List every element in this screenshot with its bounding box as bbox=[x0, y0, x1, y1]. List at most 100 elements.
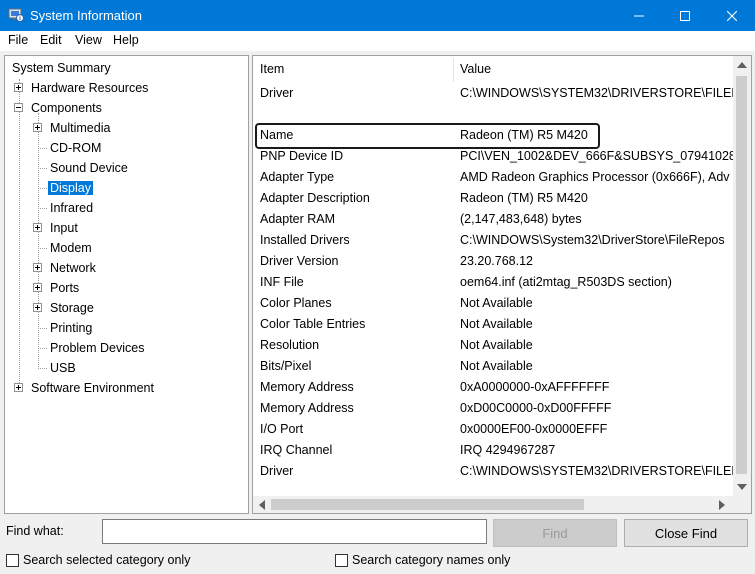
tree-item-system-summary[interactable]: System Summary bbox=[10, 59, 113, 77]
scroll-left-icon[interactable] bbox=[259, 500, 265, 510]
tree-item-infrared[interactable]: Infrared bbox=[48, 199, 95, 217]
item-cell: Adapter Description bbox=[260, 191, 370, 205]
menu-help[interactable]: Help bbox=[113, 33, 139, 47]
expand-icon[interactable] bbox=[33, 263, 42, 272]
value-cell: 0xA0000000-0xAFFFFFFF bbox=[460, 380, 610, 394]
table-row[interactable]: Memory Address 0xD00C0000-0xD00FFFFF bbox=[253, 398, 733, 419]
tree-item-sound-device[interactable]: Sound Device bbox=[48, 159, 130, 177]
collapse-icon[interactable] bbox=[14, 103, 23, 112]
item-cell: PNP Device ID bbox=[260, 149, 344, 163]
details-table[interactable]: Item Value Driver C:\WINDOWS\SYSTEM32\DRI… bbox=[252, 55, 752, 514]
table-row[interactable]: Color Planes Not Available bbox=[253, 293, 733, 314]
column-header-value[interactable]: Value bbox=[460, 62, 491, 76]
menu-view[interactable]: View bbox=[75, 33, 102, 47]
tree-item-problem-devices[interactable]: Problem Devices bbox=[48, 339, 146, 357]
expand-icon[interactable] bbox=[33, 303, 42, 312]
table-row[interactable]: IRQ Channel IRQ 4294967287 bbox=[253, 440, 733, 461]
find-what-input[interactable] bbox=[102, 519, 487, 544]
menu-bar: File Edit View Help bbox=[0, 31, 755, 51]
minimize-button[interactable] bbox=[616, 0, 662, 31]
find-what-label: Find what: bbox=[6, 524, 64, 538]
tree-item-label: Modem bbox=[50, 241, 92, 255]
search-category-names-checkbox[interactable]: Search category names only bbox=[335, 552, 510, 568]
value-cell: 23.20.768.12 bbox=[460, 254, 533, 268]
tree-item-software-environment[interactable]: Software Environment bbox=[29, 379, 156, 397]
value-cell: Not Available bbox=[460, 317, 533, 331]
menu-file[interactable]: File bbox=[8, 33, 28, 47]
horizontal-scroll-thumb[interactable] bbox=[271, 499, 584, 510]
scroll-down-icon[interactable] bbox=[737, 484, 747, 490]
close-button[interactable] bbox=[709, 0, 755, 31]
scroll-right-icon[interactable] bbox=[719, 500, 725, 510]
search-selected-category-checkbox[interactable]: Search selected category only bbox=[6, 552, 190, 568]
table-row[interactable]: I/O Port 0x0000EF00-0x0000EFFF bbox=[253, 419, 733, 440]
item-cell: I/O Port bbox=[260, 422, 304, 436]
category-tree[interactable]: System Summary Hardware Resources Compone… bbox=[4, 55, 249, 514]
table-row[interactable]: Driver C:\WINDOWS\SYSTEM32\DRIVERSTORE\FI… bbox=[253, 461, 733, 482]
table-row[interactable]: Adapter RAM (2,147,483,648) bytes bbox=[253, 209, 733, 230]
value-cell: oem64.inf (ati2mtag_R503DS section) bbox=[460, 275, 672, 289]
tree-item-display[interactable]: Display bbox=[48, 179, 93, 197]
table-row[interactable]: Name Radeon (TM) R5 M420 bbox=[253, 125, 733, 146]
table-row[interactable]: Driver C:\WINDOWS\SYSTEM32\DRIVERSTORE\FI… bbox=[253, 83, 733, 104]
tree-item-multimedia[interactable]: Multimedia bbox=[48, 119, 112, 137]
system-information-icon bbox=[8, 8, 24, 22]
horizontal-scrollbar[interactable] bbox=[253, 496, 733, 513]
find-button[interactable]: Find bbox=[493, 519, 617, 547]
tree-item-label: Printing bbox=[50, 321, 93, 335]
item-cell: Adapter RAM bbox=[260, 212, 336, 226]
value-cell: AMD Radeon Graphics Processor (0x666F), … bbox=[460, 170, 730, 184]
tree-item-label: Input bbox=[50, 221, 78, 235]
checkbox-box[interactable] bbox=[6, 553, 19, 567]
item-cell: Installed Drivers bbox=[260, 233, 350, 247]
column-header-item[interactable]: Item bbox=[260, 62, 284, 76]
tree-item-hardware-resources[interactable]: Hardware Resources bbox=[29, 79, 150, 97]
value-cell: IRQ 4294967287 bbox=[460, 443, 556, 457]
checkbox-box[interactable] bbox=[335, 553, 348, 567]
tree-item-label: Software Environment bbox=[31, 381, 154, 395]
value-cell: PCI\VEN_1002&DEV_666F&SUBSYS_07941028& bbox=[460, 149, 733, 163]
scroll-up-icon[interactable] bbox=[737, 62, 747, 68]
table-row[interactable]: Resolution Not Available bbox=[253, 335, 733, 356]
tree-item-network[interactable]: Network bbox=[48, 259, 98, 277]
table-row[interactable] bbox=[253, 104, 733, 125]
vertical-scrollbar[interactable] bbox=[733, 56, 751, 496]
item-cell: Color Planes bbox=[260, 296, 332, 310]
expand-icon[interactable] bbox=[33, 283, 42, 292]
table-row[interactable]: Color Table Entries Not Available bbox=[253, 314, 733, 335]
table-row[interactable]: Bits/Pixel Not Available bbox=[253, 356, 733, 377]
maximize-button[interactable] bbox=[662, 0, 708, 31]
value-cell: 0xD00C0000-0xD00FFFFF bbox=[460, 401, 612, 415]
vertical-scroll-thumb[interactable] bbox=[736, 76, 747, 474]
table-row[interactable]: Installed Drivers C:\WINDOWS\System32\Dri… bbox=[253, 230, 733, 251]
column-divider[interactable] bbox=[453, 58, 454, 82]
tree-item-components[interactable]: Components bbox=[29, 99, 104, 117]
tree-item-label: Hardware Resources bbox=[31, 81, 149, 95]
table-row[interactable]: Driver Version 23.20.768.12 bbox=[253, 251, 733, 272]
tree-item-storage[interactable]: Storage bbox=[48, 299, 96, 317]
tree-connector bbox=[38, 208, 47, 209]
menu-edit[interactable]: Edit bbox=[40, 33, 62, 47]
item-cell: Bits/Pixel bbox=[260, 359, 312, 373]
tree-item-usb[interactable]: USB bbox=[48, 359, 78, 377]
checkbox-label: Search category names only bbox=[352, 553, 511, 567]
expand-icon[interactable] bbox=[33, 123, 42, 132]
table-row[interactable]: INF File oem64.inf (ati2mtag_R503DS secti… bbox=[253, 272, 733, 293]
tree-connector bbox=[38, 168, 47, 169]
table-row[interactable]: Memory Address 0xA0000000-0xAFFFFFFF bbox=[253, 377, 733, 398]
table-row[interactable]: Adapter Description Radeon (TM) R5 M420 bbox=[253, 188, 733, 209]
table-row[interactable]: Adapter Type AMD Radeon Graphics Processo… bbox=[253, 167, 733, 188]
table-row[interactable]: PNP Device ID PCI\VEN_1002&DEV_666F&SUBSY… bbox=[253, 146, 733, 167]
expand-icon[interactable] bbox=[14, 83, 23, 92]
expand-icon[interactable] bbox=[33, 223, 42, 232]
checkbox-label: Search selected category only bbox=[23, 553, 191, 567]
tree-item-printing[interactable]: Printing bbox=[48, 319, 94, 337]
tree-item-input[interactable]: Input bbox=[48, 219, 80, 237]
tree-item-ports[interactable]: Ports bbox=[48, 279, 81, 297]
expand-icon[interactable] bbox=[14, 383, 23, 392]
tree-item-modem[interactable]: Modem bbox=[48, 239, 94, 257]
close-find-button[interactable]: Close Find bbox=[624, 519, 748, 547]
value-cell: C:\WINDOWS\SYSTEM32\DRIVERSTORE\FILERE bbox=[460, 464, 733, 478]
tree-item-cd-rom[interactable]: CD-ROM bbox=[48, 139, 103, 157]
item-cell: Color Table Entries bbox=[260, 317, 366, 331]
